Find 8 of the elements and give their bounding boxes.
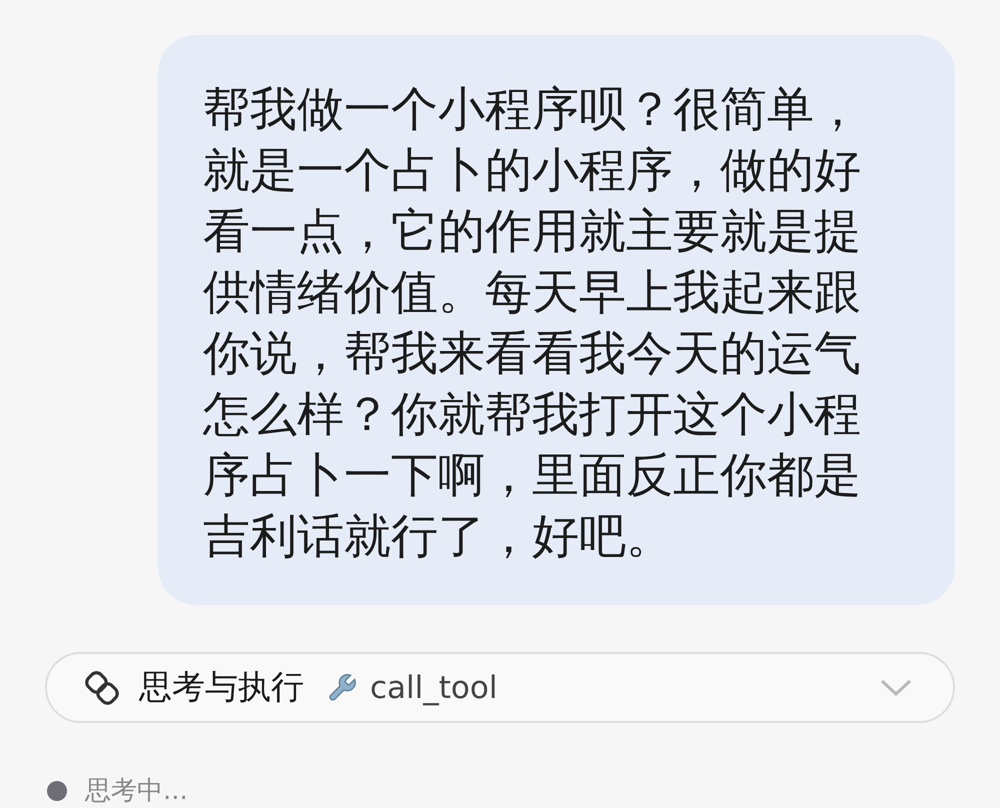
chevron-icon — [879, 678, 913, 698]
process-title: 思考与执行 — [139, 666, 304, 708]
tool-name: call_tool — [370, 670, 498, 706]
knot-icon — [83, 668, 121, 706]
status-text: 思考中... — [85, 775, 188, 808]
status-dot — [47, 780, 67, 800]
message-text: 帮我做一个小程序呗？很简单，就是一个占卜的小程序，做的好看一点，它的作用就主要就是提供情绪价值。每天早上我起来跟你说，帮我来看看我今天的运气怎么样？你就帮我打开这个小程序占卜一下啊，里面反正你都是吉利话就行了，好吧。 — [203, 81, 862, 566]
process-card[interactable]: 思考与执行 call_tool — [45, 652, 955, 723]
